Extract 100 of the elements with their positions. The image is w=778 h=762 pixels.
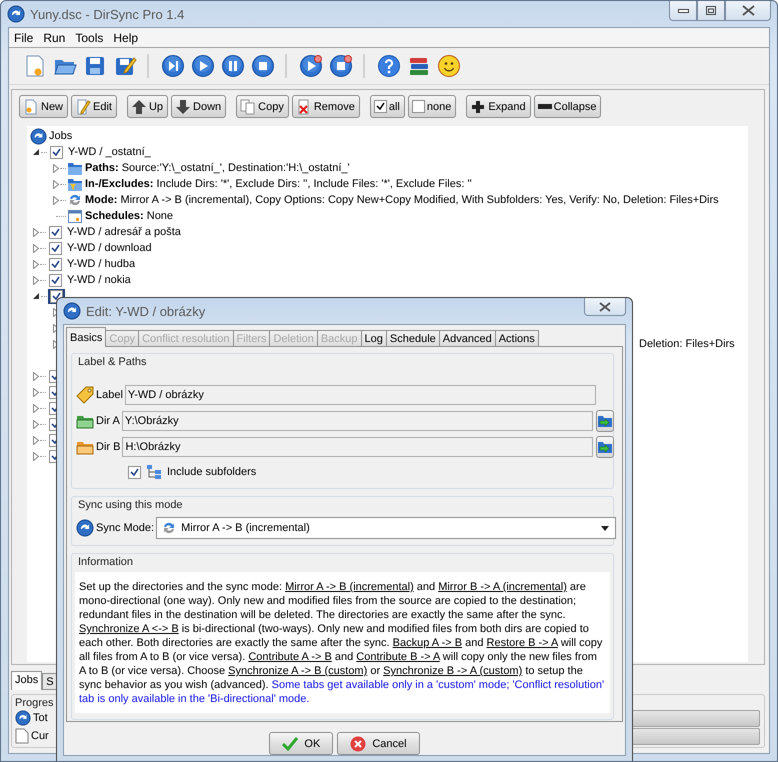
down-button[interactable]: Down <box>171 95 226 118</box>
field-label: Sync Mode: <box>95 522 156 534</box>
checkbox[interactable] <box>128 466 141 478</box>
calendar-icon <box>67 208 83 224</box>
down-arrow-icon <box>175 98 192 114</box>
maximize-icon <box>706 6 716 15</box>
minimize-button[interactable] <box>669 1 697 21</box>
remove-button[interactable]: Remove <box>292 95 360 118</box>
progress-label: Tot <box>33 712 48 724</box>
tree-item[interactable]: Y-WD / hudba <box>65 258 138 270</box>
edit-button[interactable]: Edit <box>71 95 117 118</box>
none-button[interactable]: none <box>408 95 456 118</box>
close-button[interactable] <box>725 1 771 21</box>
mode-link[interactable]: Synchronize B -> A (custom) <box>383 665 522 677</box>
mode-link[interactable]: Restore B -> A <box>486 637 558 649</box>
sync-logo-icon <box>7 5 25 23</box>
tab[interactable]: Actions <box>494 330 539 347</box>
menu-item[interactable]: Tools <box>72 30 110 44</box>
browse-button[interactable] <box>596 410 614 432</box>
collapse-button[interactable]: Collapse <box>534 95 602 118</box>
sync-logo-icon <box>63 302 81 320</box>
play-icon[interactable] <box>299 54 323 78</box>
text-field[interactable]: Y-WD / obrázky <box>124 385 596 405</box>
tree-item[interactable]: Schedules: None <box>83 210 176 222</box>
plus-icon <box>470 98 486 114</box>
checkbox-label: Include subfolders <box>167 466 256 478</box>
tree-item[interactable]: Y-WD / _ostatní_ <box>66 146 153 158</box>
new-button[interactable]: New <box>19 95 68 118</box>
tab[interactable]: Log <box>360 330 387 347</box>
copy-icon <box>240 98 256 114</box>
expand-button[interactable]: Expand <box>466 95 531 118</box>
play-icon[interactable] <box>191 54 215 78</box>
copy-button[interactable]: Copy <box>236 95 289 118</box>
information-text: Set up the directories and the sync mode: Mirror A -> B (incremental) and Mirror B -> A (incremental) are mono-directional (one way). Only new and modified files from the source are copied to the destination; redundant files in the destination will be deleted. The directories are exactly the same after the sync. Synchronize A <-> B is bi-directional (two-ways). Only new and modified files from both dirs are copied to each other. Both directories are exactly the same after the sync. Backup A -> B and Restore B -> A will copy all files from A to B (or vice versa). Contribute A -> B and Contribute B -> A will copy only the new files from A to B (or vice versa). Choose Synchronize A -> B (custom) or Synchronize B -> A (custom) to setup the sync behavior as you wish (advanced). Some tabs get available only in a 'custom' mode; 'Conflict resolution' tab is only available in the 'Bi-directional' mode. <box>79 580 606 706</box>
tree-item-text: Deletion: Files+Dirs <box>639 338 735 350</box>
new-file-icon <box>23 98 39 114</box>
tree-item[interactable]: Y-WD / nokia <box>65 274 133 286</box>
folder-arrow-icon <box>596 414 613 428</box>
close-icon <box>742 5 754 16</box>
maximize-button[interactable] <box>697 1 725 21</box>
mode-link[interactable]: Synchronize A -> B (custom) <box>228 665 368 677</box>
stop-icon[interactable] <box>329 54 353 78</box>
mode-link[interactable]: Mirror A -> B (incremental) <box>285 581 414 593</box>
collapse-arrow-icon[interactable] <box>33 148 40 156</box>
save-icon[interactable] <box>83 54 107 78</box>
group-title: Progres <box>15 697 54 709</box>
menu-item[interactable]: File <box>11 30 40 44</box>
menu-item[interactable]: Run <box>40 30 72 44</box>
mode-link[interactable]: Contribute A -> B <box>248 651 332 663</box>
tree-item[interactable]: Mode: Mirror A -> B (incremental), Copy Options: Copy New+Copy Modified, With Subfolders: Yes, Verify: No, Deletion: Files+Dirs <box>83 194 721 206</box>
field-label: Dir B <box>95 441 122 453</box>
field-label: Dir A <box>95 415 121 427</box>
dropdown-arrow-icon <box>601 526 610 530</box>
tab[interactable]: Jobs <box>11 671 42 690</box>
tree-item[interactable]: Paths: Source:'Y:\_ostatní_', Destination:'H:\_ostatní_' <box>83 162 352 174</box>
all-button[interactable]: all <box>370 95 405 118</box>
tab[interactable]: Advanced <box>438 330 496 347</box>
cancel-button[interactable]: Cancel <box>337 732 420 755</box>
checkbox[interactable] <box>50 146 63 158</box>
mode-link[interactable]: Synchronize A <-> B <box>79 623 179 635</box>
checkbox[interactable] <box>49 226 62 238</box>
window-title: Yuny.dsc - DirSync Pro 1.4 <box>30 6 184 22</box>
minus-icon <box>538 104 552 109</box>
help-icon[interactable] <box>377 54 401 78</box>
checkbox[interactable] <box>49 242 62 254</box>
browse-button[interactable] <box>596 436 614 458</box>
tab[interactable]: Schedule <box>386 330 440 347</box>
tab[interactable]: Basics <box>66 327 106 347</box>
sync-arrows-icon <box>67 192 83 208</box>
mode-link[interactable]: Contribute B -> A <box>356 651 440 663</box>
mode-link[interactable]: Mirror B -> A (incremental) <box>438 581 567 593</box>
text-field[interactable]: H:\Obrázky <box>122 437 594 457</box>
skip-icon[interactable] <box>161 54 185 78</box>
up-button[interactable]: Up <box>126 95 168 118</box>
tree-item[interactable]: Y-WD / adresář a pošta <box>65 226 183 238</box>
checkbox[interactable] <box>49 274 62 286</box>
folder-arrow-icon <box>597 440 614 454</box>
menu-item[interactable]: Help <box>110 30 146 44</box>
cancel-icon <box>350 736 366 752</box>
ok-button[interactable]: OK <box>269 732 334 755</box>
mode-link[interactable]: Backup A -> B <box>392 637 462 649</box>
minimize-icon <box>678 8 688 12</box>
smiley-icon[interactable] <box>437 54 461 78</box>
tree-item[interactable]: Jobs <box>47 130 74 142</box>
dialog-title: Edit: Y-WD / obrázky <box>86 304 206 318</box>
tag-icon <box>76 386 94 404</box>
checkbox-icon <box>412 100 425 113</box>
tree-item[interactable]: Y-WD / download <box>65 242 154 254</box>
stop-icon[interactable] <box>251 54 275 78</box>
sync-mode-dropdown[interactable]: Mirror A -> B (incremental) <box>156 517 616 539</box>
close-button[interactable] <box>584 298 626 316</box>
pause-icon[interactable] <box>221 54 245 78</box>
folder-icon <box>67 160 83 176</box>
checkbox[interactable] <box>49 258 62 270</box>
sync-logo-icon <box>76 519 94 537</box>
pencil-icon <box>75 98 92 114</box>
collapse-arrow-icon[interactable] <box>33 292 40 300</box>
text-field[interactable]: Y:\Obrázky <box>122 411 593 431</box>
tree-item[interactable]: In-/Excludes: Include Dirs: '*', Exclude Dirs: '', Include Files: '*', Exclude Files: '' <box>83 178 474 190</box>
group-title: Sync using this mode <box>78 499 183 511</box>
